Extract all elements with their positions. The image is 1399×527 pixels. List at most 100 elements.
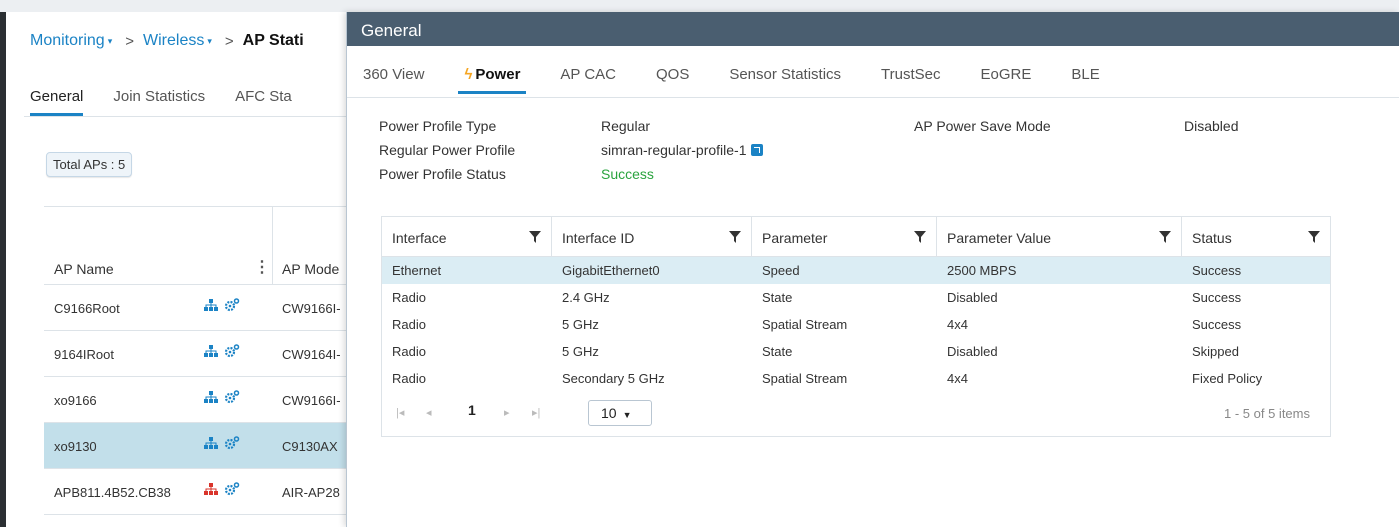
topology-icon[interactable]	[204, 482, 218, 496]
table-row[interactable]: xo9166 CW9166I-	[44, 377, 346, 423]
breadcrumb-monitoring[interactable]: Monitoring	[30, 32, 105, 50]
table-row[interactable]: Radio Secondary 5 GHz Spatial Stream 4x4 Fix…	[382, 365, 1330, 392]
cell-parameter: Speed	[762, 263, 800, 278]
tab-trustsec[interactable]: TrustSec	[881, 46, 940, 97]
table-row[interactable]: Radio 5 GHz State Disabled Skipped	[382, 338, 1330, 365]
ap-mode: C9130AX	[282, 439, 338, 454]
prev-page-icon[interactable]: ◂	[426, 406, 432, 419]
filter-icon[interactable]	[529, 231, 541, 243]
column-divider	[272, 207, 273, 285]
ap-mode: CW9164I-	[282, 347, 341, 362]
last-page-icon[interactable]: ▸|	[532, 406, 540, 419]
cell-interface-id: 5 GHz	[562, 317, 599, 332]
column-header-status[interactable]: Status	[1182, 217, 1330, 256]
cell-interface: Ethernet	[392, 263, 442, 278]
topology-icon[interactable]	[204, 390, 218, 404]
table-row[interactable]: APB811.4B52.CB38 AIR-AP28	[44, 469, 346, 515]
table-row[interactable]: xo9130 C9130AX	[44, 423, 346, 469]
cell-parameter-value: 4x4	[947, 317, 968, 332]
column-header-label: Parameter	[762, 230, 828, 246]
cell-interface: Radio	[392, 317, 426, 332]
next-page-icon[interactable]: ▸	[504, 406, 510, 419]
page-size-select[interactable]: 10 ▼	[588, 400, 652, 426]
tab-360-view[interactable]: 360 View	[363, 46, 424, 97]
ap-row-icons	[204, 482, 240, 496]
page-number[interactable]: 1	[468, 402, 476, 418]
power-profile-type-value: Regular	[601, 118, 651, 134]
tab-eogre[interactable]: EoGRE	[981, 46, 1032, 97]
tab-afc-statistics[interactable]: AFC Sta	[235, 88, 292, 116]
filter-icon[interactable]	[729, 231, 741, 243]
chevron-down-icon: ▼	[622, 410, 632, 420]
power-profile-status-label: Power Profile Status	[379, 166, 506, 182]
ap-row-icons	[204, 298, 240, 312]
total-aps-badge[interactable]: Total APs : 5	[46, 152, 133, 177]
filter-icon[interactable]	[1159, 231, 1171, 243]
column-header-label: Status	[1192, 230, 1232, 246]
gear-icon[interactable]	[224, 482, 240, 496]
ap-name[interactable]: xo9166	[54, 393, 97, 408]
cell-parameter: Spatial Stream	[762, 371, 848, 386]
ap-mode: AIR-AP28	[282, 485, 340, 500]
chevron-down-icon[interactable]: ▾	[108, 36, 113, 47]
ap-name[interactable]: APB811.4B52.CB38	[54, 485, 171, 500]
filter-icon[interactable]	[1308, 231, 1320, 243]
breadcrumb-current: AP Stati	[242, 32, 304, 49]
ap-table-header: AP Name ⋮ AP Mode	[44, 207, 346, 285]
tab-power[interactable]: ϟ Power	[458, 46, 527, 97]
column-header-interface-id[interactable]: Interface ID	[552, 217, 752, 256]
breadcrumb-separator: >	[224, 32, 234, 50]
cell-parameter: State	[762, 344, 793, 359]
column-header-ap-mode[interactable]: AP Mode	[282, 261, 339, 277]
regular-power-profile-link[interactable]: simran-regular-profile-1	[601, 142, 747, 158]
kebab-menu-icon[interactable]: ⋮	[254, 257, 270, 277]
tab-general[interactable]: General	[30, 88, 84, 116]
ap-power-save-mode-value: Disabled	[1184, 118, 1239, 134]
table-row[interactable]: 9164IRoot CW9164I-	[44, 331, 346, 377]
topology-icon[interactable]	[204, 344, 218, 358]
power-profile-info: Power Profile Type Regular AP Power Save…	[379, 118, 1279, 190]
cell-parameter-value: 2500 MBPS	[947, 263, 1017, 278]
topology-icon[interactable]	[204, 298, 218, 312]
page-size-value: 10	[601, 405, 617, 421]
gear-icon[interactable]	[224, 390, 240, 404]
ap-mode: CW9166I-	[282, 393, 341, 408]
column-header-interface[interactable]: Interface	[382, 217, 552, 256]
breadcrumb: Monitoring ▾ > Wireless ▾ > AP Stati	[30, 32, 304, 50]
cell-parameter-value: 4x4	[947, 371, 968, 386]
external-link-icon[interactable]	[750, 144, 763, 156]
first-page-icon[interactable]: |◂	[396, 406, 404, 419]
regular-power-profile-value: simran-regular-profile-1	[601, 142, 763, 158]
table-row[interactable]: Radio 2.4 GHz State Disabled Success	[382, 284, 1330, 311]
cell-interface-id: 5 GHz	[562, 344, 599, 359]
ap-name[interactable]: C9166Root	[54, 301, 120, 316]
tab-ble[interactable]: BLE	[1071, 46, 1099, 97]
chevron-down-icon[interactable]: ▾	[207, 36, 212, 47]
ap-name[interactable]: xo9130	[54, 439, 97, 454]
tab-join-statistics[interactable]: Join Statistics	[113, 88, 205, 116]
background-tabs: General Join Statistics AFC Sta	[30, 88, 322, 116]
topology-icon[interactable]	[204, 436, 218, 450]
cell-interface-id: Secondary 5 GHz	[562, 371, 665, 386]
tab-ap-cac[interactable]: AP CAC	[560, 46, 616, 97]
cell-interface-id: 2.4 GHz	[562, 290, 610, 305]
column-header-parameter[interactable]: Parameter	[752, 217, 937, 256]
filter-icon[interactable]	[914, 231, 926, 243]
column-header-parameter-value[interactable]: Parameter Value	[937, 217, 1182, 256]
tab-qos[interactable]: QOS	[656, 46, 689, 97]
ap-name[interactable]: 9164IRoot	[54, 347, 114, 362]
table-row[interactable]: Ethernet GigabitEthernet0 Speed 2500 MBPS Su…	[382, 257, 1330, 284]
info-row: Regular Power Profile simran-regular-pro…	[379, 142, 1279, 166]
pager: |◂ ◂ 1 ▸ ▸| 10 ▼ 1 - 5 of 5 items	[382, 392, 1330, 436]
table-row[interactable]: Radio 5 GHz Spatial Stream 4x4 Success	[382, 311, 1330, 338]
cell-parameter-value: Disabled	[947, 344, 998, 359]
gear-icon[interactable]	[224, 344, 240, 358]
table-row[interactable]: C9166Root CW9166I-	[44, 285, 346, 331]
tab-sensor-statistics[interactable]: Sensor Statistics	[729, 46, 841, 97]
ap-table: AP Name ⋮ AP Mode C9166Root CW9166I- 9164I…	[44, 206, 346, 515]
gear-icon[interactable]	[224, 298, 240, 312]
column-header-label: Interface	[392, 230, 447, 246]
breadcrumb-wireless[interactable]: Wireless	[143, 32, 204, 50]
gear-icon[interactable]	[224, 436, 240, 450]
column-header-ap-name[interactable]: AP Name	[54, 261, 114, 277]
